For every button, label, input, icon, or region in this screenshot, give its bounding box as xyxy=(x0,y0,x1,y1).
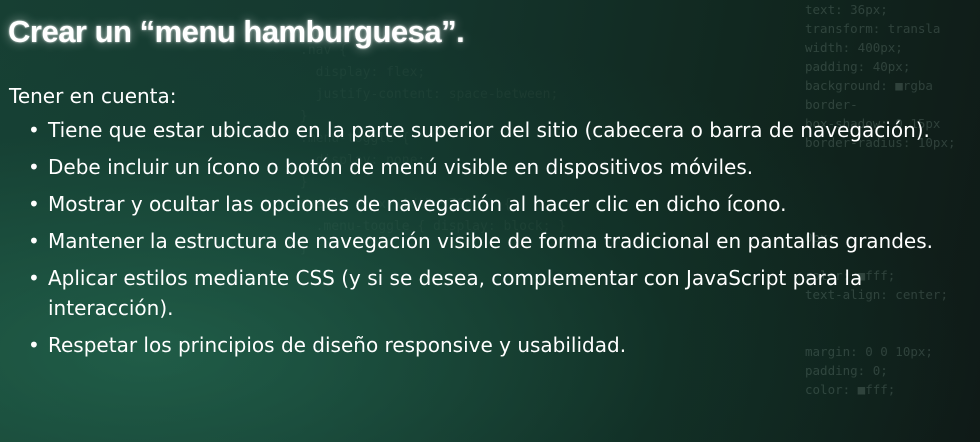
bullet-icon: • xyxy=(28,118,40,142)
list-item-text: Tiene que estar ubicado en la parte supe… xyxy=(48,118,930,142)
bullet-icon: • xyxy=(28,332,40,357)
bullet-icon: • xyxy=(28,229,40,253)
background-code-line: color: ■fff; xyxy=(805,382,896,397)
background-code-line: text: 36px; xyxy=(805,2,888,17)
intro-text: Tener en cuenta: xyxy=(9,84,177,108)
list-item: • Mantener la estructura de navegación vi… xyxy=(28,227,968,257)
list-item: • Aplicar estilos mediante CSS (y si se d… xyxy=(28,264,968,323)
bullet-icon: • xyxy=(28,192,40,216)
background-code-line: border- xyxy=(805,97,858,112)
list-item: • Debe incluir un ícono o botón de menú v… xyxy=(28,153,968,183)
bullet-icon: • xyxy=(28,155,40,179)
page-title: Crear un “menu hamburguesa”. xyxy=(8,14,465,49)
background-code-line: transform: transla xyxy=(805,21,941,36)
bullet-icon: • xyxy=(28,266,40,290)
list-item: • Respetar los principios de diseño respo… xyxy=(28,331,968,361)
background-code-line: padding: 40px; xyxy=(805,59,911,74)
list-item-text: Respetar los principios de diseño respon… xyxy=(48,332,627,357)
list-item-text: Aplicar estilos mediante CSS (y si se de… xyxy=(48,266,863,320)
list-item-text: Mostrar y ocultar las opciones de navega… xyxy=(48,192,787,216)
list-item-text: Debe incluir un ícono o botón de menú vi… xyxy=(48,155,754,179)
list-item: • Tiene que estar ubicado en la parte su… xyxy=(28,116,968,146)
list-item-text: Mantener la estructura de navegación vis… xyxy=(48,229,934,253)
background-code-line: background: ■rgba xyxy=(805,78,933,93)
list-item: • Mostrar y ocultar las opciones de naveg… xyxy=(28,190,968,220)
background-code-line: width: 400px; xyxy=(805,40,903,55)
requirements-list: • Tiene que estar ubicado en la parte su… xyxy=(28,116,968,368)
